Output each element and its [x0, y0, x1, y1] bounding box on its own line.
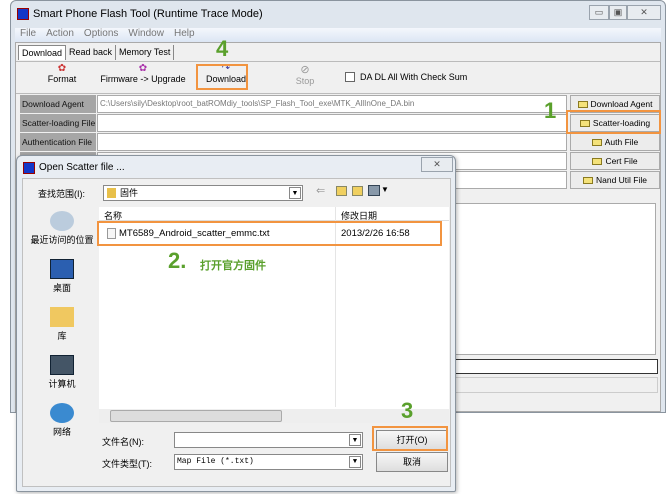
filetype-select[interactable]: Map File (*.txt) ▼	[174, 454, 363, 470]
cert-file-button[interactable]: Cert File	[570, 152, 660, 170]
chevron-down-icon[interactable]: ▼	[349, 434, 361, 446]
dialog-title: Open Scatter file ...	[39, 162, 125, 173]
menu-bar: File Action Options Window Help	[15, 28, 661, 42]
download-agent-input[interactable]: C:\Users\sily\Desktop\root_batROMdiy_too…	[97, 95, 567, 113]
place-label: 桌面	[52, 283, 71, 293]
firmware-label: Firmware -> Upgrade	[100, 74, 186, 84]
highlight-scatter	[566, 110, 661, 134]
recent-icon	[50, 211, 74, 231]
network-icon	[50, 403, 74, 423]
button-label: Auth File	[604, 137, 639, 147]
step-4: 4	[216, 36, 229, 61]
back-icon[interactable]: ⇐	[316, 184, 325, 197]
auth-file-button[interactable]: Auth File	[570, 133, 660, 151]
menu-action[interactable]: Action	[46, 28, 74, 39]
step-1: 1	[544, 98, 557, 123]
horizontal-scrollbar[interactable]	[99, 409, 449, 423]
chevron-down-icon[interactable]: ▼	[289, 187, 301, 199]
auth-file-label: Authentication File	[20, 133, 96, 151]
app-icon	[17, 8, 29, 20]
checksum-label: DA DL All With Check Sum	[360, 72, 468, 82]
folder-icon	[582, 177, 593, 185]
dialog-icon	[23, 162, 35, 174]
menu-file[interactable]: File	[20, 28, 36, 39]
folder-icon	[107, 188, 116, 198]
tab-read-back[interactable]: Read back	[66, 45, 117, 60]
view-chevron-icon[interactable]: ▼	[381, 185, 389, 194]
chevron-down-icon[interactable]: ▼	[349, 456, 361, 468]
place-computer[interactable]: 计算机	[27, 355, 97, 390]
place-network[interactable]: 网络	[27, 403, 97, 438]
highlight-open	[372, 426, 448, 451]
download-agent-label: Download Agent	[20, 95, 96, 113]
desktop-icon	[50, 259, 74, 279]
place-library[interactable]: 库	[27, 307, 97, 342]
place-label: 网络	[52, 427, 71, 437]
tab-memory-test[interactable]: Memory Test	[116, 45, 175, 60]
filename-label: 文件名(N):	[102, 437, 144, 447]
place-label: 最近访问的位置	[30, 235, 94, 245]
button-label: Nand Util File	[595, 175, 648, 185]
highlight-download	[196, 64, 248, 90]
folder-icon	[577, 101, 588, 109]
look-in-label: 查找范围(I):	[38, 189, 85, 199]
place-recent[interactable]: 最近访问的位置	[27, 211, 97, 246]
menu-options[interactable]: Options	[84, 28, 118, 39]
look-in-select[interactable]: 固件 ▼	[103, 185, 303, 201]
dialog-close-button[interactable]: ✕	[421, 157, 453, 172]
scatter-loading-label: Scatter-loading File	[20, 114, 96, 132]
auth-file-input[interactable]	[97, 133, 567, 151]
place-desktop[interactable]: 桌面	[27, 259, 97, 294]
folder-icon	[592, 158, 603, 166]
computer-icon	[50, 355, 74, 375]
highlight-file	[97, 221, 442, 246]
place-label: 计算机	[48, 379, 76, 389]
menu-window[interactable]: Window	[128, 28, 164, 39]
new-folder-icon[interactable]	[352, 186, 363, 196]
view-menu-icon[interactable]	[368, 185, 380, 196]
stop-button[interactable]: ⊘ Stop	[290, 63, 320, 86]
checksum-checkbox[interactable]	[345, 72, 355, 82]
window-title: Smart Phone Flash Tool (Runtime Trace Mo…	[33, 8, 263, 20]
tab-download[interactable]: Download	[18, 45, 67, 60]
step-3: 3	[401, 398, 414, 423]
maximize-button[interactable]: ▣	[609, 5, 627, 20]
format-button[interactable]: ✿ Format	[44, 63, 80, 84]
cancel-button[interactable]: 取消	[376, 452, 448, 472]
upgrade-icon: ✿	[138, 63, 148, 74]
format-icon: ✿	[57, 63, 67, 74]
place-label: 库	[57, 331, 67, 341]
filetype-value: Map File (*.txt)	[177, 457, 254, 466]
stop-icon: ⊘	[300, 64, 310, 76]
step-2: 2.	[168, 248, 187, 273]
format-label: Format	[47, 74, 77, 84]
button-label: Cert File	[605, 156, 638, 166]
menu-help[interactable]: Help	[174, 28, 195, 39]
scatter-loading-input[interactable]	[97, 114, 567, 132]
library-icon	[50, 307, 74, 327]
nand-util-button[interactable]: Nand Util File	[570, 171, 660, 189]
title-bar: Smart Phone Flash Tool (Runtime Trace Mo…	[11, 1, 665, 27]
step-2-text: 打开官方固件	[200, 260, 266, 272]
folder-icon	[591, 139, 602, 147]
minimize-button[interactable]: ▭	[589, 5, 609, 20]
button-label: Download Agent	[590, 99, 653, 109]
stop-label: Stop	[295, 76, 315, 86]
up-folder-icon[interactable]	[336, 186, 347, 196]
filetype-label: 文件类型(T):	[102, 459, 152, 469]
firmware-upgrade-button[interactable]: ✿ Firmware -> Upgrade	[98, 63, 188, 84]
close-button[interactable]: ✕	[627, 5, 661, 20]
look-in-value: 固件	[120, 188, 139, 198]
filename-input[interactable]: ▼	[174, 432, 363, 448]
